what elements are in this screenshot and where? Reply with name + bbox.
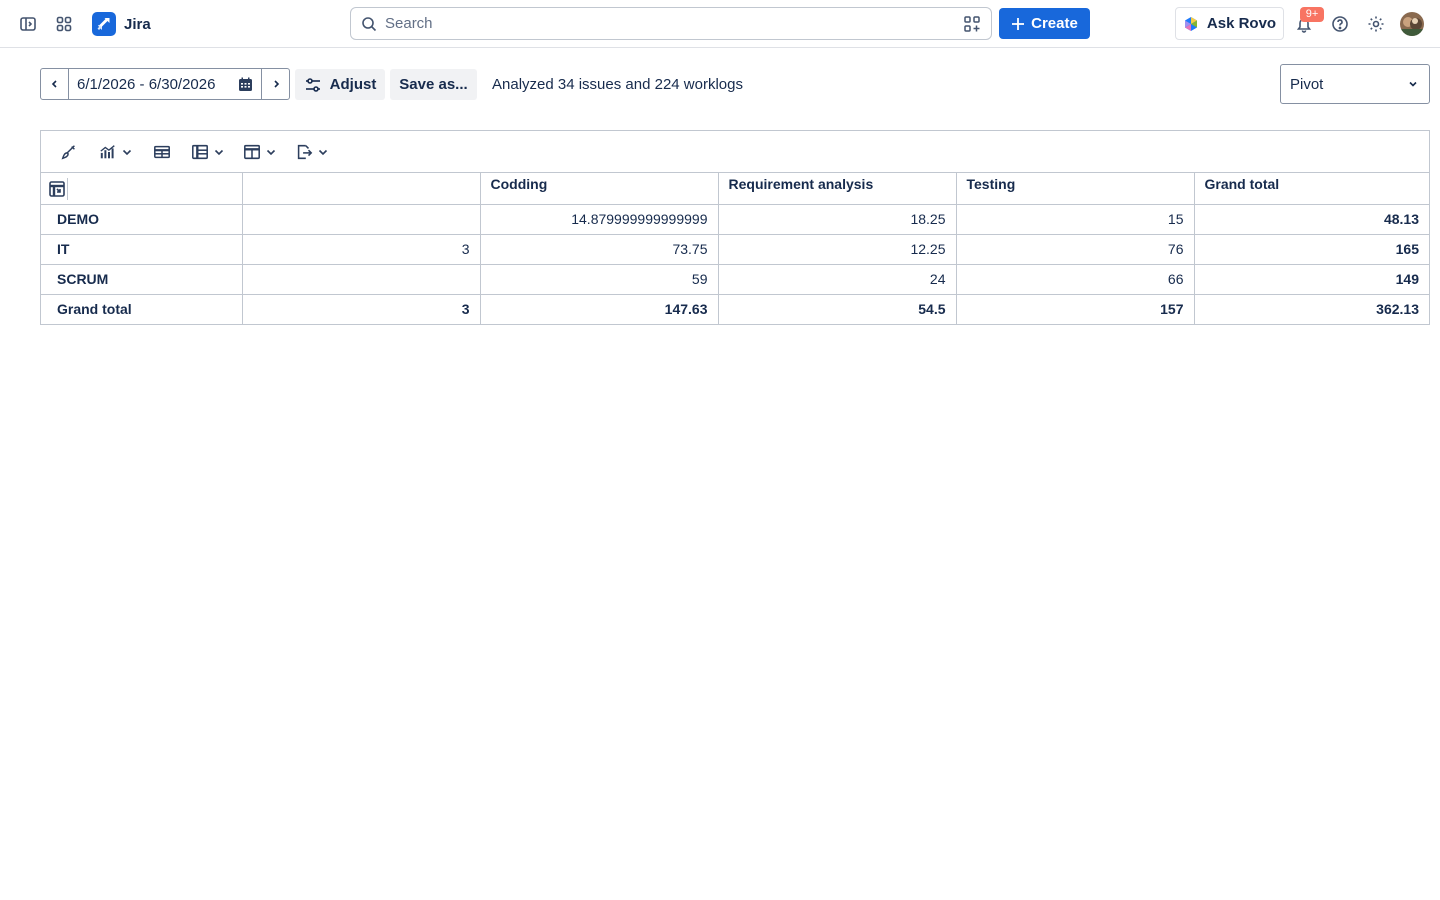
search-icon (362, 16, 377, 31)
row-total-cell: 165 (1193, 233, 1429, 265)
sliders-icon (305, 77, 320, 92)
table-view-button[interactable] (152, 142, 172, 162)
sidebar-toggle-icon[interactable] (16, 12, 40, 36)
row-label: IT (41, 233, 243, 265)
table-cell: 147.63 (479, 293, 719, 324)
brush-icon (61, 145, 75, 160)
save-as-button[interactable]: Save as... (390, 69, 477, 100)
table-cell: 3 (241, 233, 481, 265)
column-header: Testing (955, 173, 1195, 205)
chevron-down-icon (266, 149, 276, 156)
analyzed-summary: Analyzed 34 issues and 224 worklogs (492, 76, 743, 93)
row-label: DEMO (41, 203, 243, 235)
row-label: Grand total (41, 293, 243, 324)
pivot-corner-cell (41, 173, 243, 205)
top-navigation: Jira Create Ask Rovo 9+ (0, 0, 1440, 48)
row-total-cell: 48.13 (1193, 203, 1429, 235)
table-icon (154, 145, 170, 159)
jira-logo-icon (92, 12, 116, 36)
adjust-button-label: Adjust (329, 76, 377, 93)
view-type-select[interactable]: Pivot (1280, 64, 1430, 104)
export-dropdown[interactable] (294, 142, 329, 162)
jira-logo[interactable]: Jira (92, 12, 151, 36)
chevron-right-icon (273, 80, 279, 88)
pivot-panel: Codding Requirement analysis Testing Gra… (40, 130, 1430, 325)
grand-total-cell: 362.13 (1193, 293, 1429, 324)
chevron-left-icon (51, 80, 57, 88)
export-icon (297, 144, 313, 160)
columns-layout-icon (244, 144, 260, 160)
swap-axes-icon[interactable] (46, 178, 68, 200)
column-header: Codding (479, 173, 719, 205)
rows-layout-icon (192, 144, 208, 160)
ask-rovo-button[interactable]: Ask Rovo (1175, 7, 1284, 40)
chevron-down-icon (318, 149, 328, 156)
user-avatar[interactable] (1400, 12, 1424, 36)
table-row: SCRUM 59 24 66 149 (41, 263, 1429, 295)
pivot-table: Codding Requirement analysis Testing Gra… (41, 173, 1429, 324)
table-cell: 3 (241, 293, 481, 324)
search-input[interactable] (385, 15, 957, 32)
date-range-picker: 6/1/2026 - 6/30/2026 (40, 68, 290, 100)
app-name: Jira (124, 15, 151, 33)
table-cell: 59 (479, 263, 719, 295)
table-cell: 73.75 (479, 233, 719, 265)
table-cell: 12.25 (717, 233, 957, 265)
format-brush-button[interactable] (59, 142, 79, 162)
table-cell: 157 (955, 293, 1195, 324)
previous-period-button[interactable] (41, 69, 69, 99)
view-type-value: Pivot (1290, 75, 1324, 93)
row-layout-dropdown[interactable] (190, 142, 225, 162)
column-header: Requirement analysis (717, 173, 957, 205)
table-cell: 14.879999999999999 (479, 203, 719, 235)
table-cell: 18.25 (717, 203, 957, 235)
pivot-toolbar (41, 131, 1429, 173)
search-bar[interactable] (350, 7, 992, 40)
chart-type-dropdown[interactable] (98, 142, 133, 162)
calendar-icon[interactable] (238, 77, 253, 92)
chevron-down-icon (214, 149, 224, 156)
table-row: DEMO 14.879999999999999 18.25 15 48.13 (41, 203, 1429, 235)
grand-total-column-header: Grand total (1194, 173, 1429, 205)
column-layout-dropdown[interactable] (242, 142, 277, 162)
table-row: IT 3 73.75 12.25 76 165 (41, 233, 1429, 265)
ask-rovo-label: Ask Rovo (1206, 15, 1277, 32)
table-header-row: Codding Requirement analysis Testing Gra… (41, 173, 1429, 205)
table-cell: 76 (955, 233, 1195, 265)
table-cell (241, 203, 481, 235)
notification-count-badge: 9+ (1300, 7, 1324, 22)
help-icon[interactable] (1328, 12, 1352, 36)
chevron-down-icon (122, 149, 132, 156)
column-header (241, 173, 481, 205)
table-cell: 54.5 (717, 293, 957, 324)
next-period-button[interactable] (261, 69, 289, 99)
settings-gear-icon[interactable] (1364, 12, 1388, 36)
create-button-label: Create (1031, 15, 1078, 32)
chart-icon (100, 145, 115, 159)
app-switcher-icon[interactable] (52, 12, 76, 36)
chevron-down-icon (1409, 81, 1417, 87)
create-button[interactable]: Create (999, 8, 1090, 39)
table-cell: 24 (717, 263, 957, 295)
row-label: SCRUM (41, 263, 243, 295)
adjust-button[interactable]: Adjust (295, 69, 385, 100)
search-filters-icon[interactable] (963, 15, 981, 33)
table-cell (241, 263, 481, 295)
table-cell: 66 (955, 263, 1195, 295)
grand-total-row: Grand total 3 147.63 54.5 157 362.13 (41, 293, 1429, 324)
rovo-icon (1184, 16, 1197, 31)
plus-icon (1012, 17, 1025, 30)
date-range-value: 6/1/2026 - 6/30/2026 (77, 75, 216, 93)
table-cell: 15 (955, 203, 1195, 235)
date-range-field[interactable]: 6/1/2026 - 6/30/2026 (69, 69, 261, 99)
row-total-cell: 149 (1193, 263, 1429, 295)
